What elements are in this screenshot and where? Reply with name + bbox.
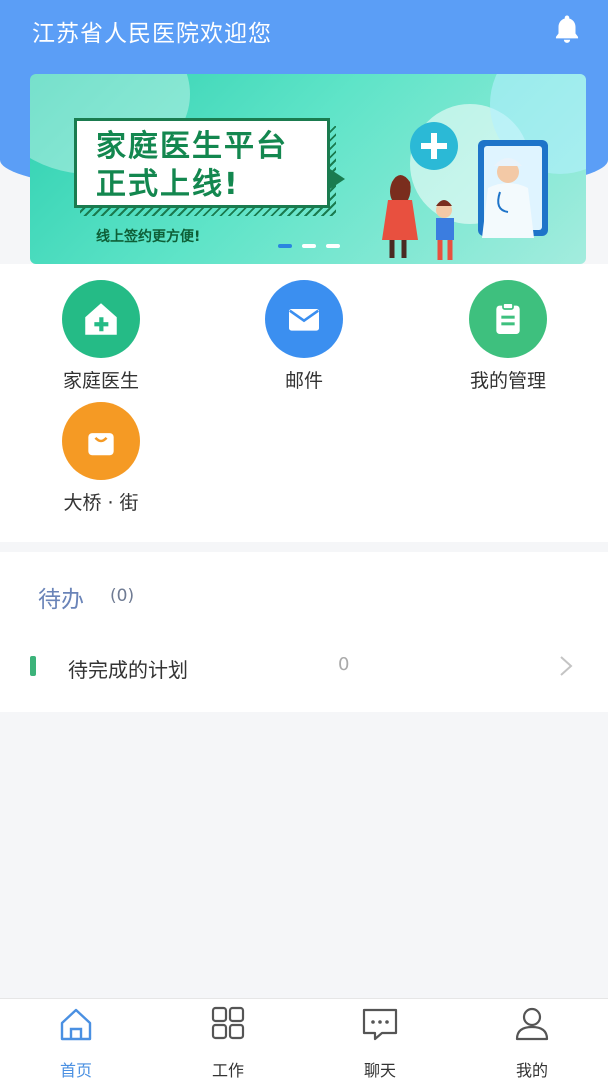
quick-menu: 家庭医生 邮件 我的管理 大桥 · 街 [0, 264, 608, 542]
banner-headline-line1: 家庭医生平台 [96, 129, 288, 164]
shopping-bag-icon [88, 433, 114, 456]
banner-headline-line2: 正式上线! [96, 167, 240, 202]
promo-banner[interactable]: 家庭医生平台 正式上线! 线上签约更方便! [30, 74, 586, 264]
menu-icon-circle [265, 280, 343, 358]
menu-item-family-doctor[interactable]: 家庭医生 [26, 280, 176, 393]
menu-icon-circle [469, 280, 547, 358]
bell-icon[interactable] [550, 12, 584, 46]
tab-home[interactable]: 首页 [26, 1005, 126, 1080]
menu-item-mail[interactable]: 邮件 [229, 280, 379, 393]
menu-label: 邮件 [284, 370, 323, 392]
todo-row-value: 0 [338, 654, 350, 675]
menu-label: 我的管理 [469, 370, 546, 392]
menu-label: 大桥 · 街 [63, 492, 139, 514]
todo-row-marker [30, 656, 36, 676]
clipboard-icon [496, 302, 520, 334]
tab-work[interactable]: 工作 [178, 1005, 278, 1080]
menu-icon-circle [62, 402, 140, 480]
todo-row-label: 待完成的计划 [68, 658, 188, 682]
banner-headline: 家庭医生平台 正式上线! [96, 128, 288, 204]
tab-label: 工作 [211, 1061, 244, 1080]
page-title: 江苏省人民医院欢迎您 [32, 21, 272, 47]
chat-icon [362, 1008, 398, 1041]
banner-pagination [278, 244, 340, 248]
banner-subtitle: 线上签约更方便! [96, 229, 201, 245]
menu-icon-circle [62, 280, 140, 358]
home-icon [60, 1008, 92, 1041]
todo-row-pending-plans[interactable]: 待完成的计划 0 [0, 642, 608, 690]
tab-chat[interactable]: 聊天 [330, 1005, 430, 1080]
todo-section: 待办 (0) 待完成的计划 0 [0, 552, 608, 712]
chevron-right-icon [560, 656, 573, 676]
menu-item-my-management[interactable]: 我的管理 [433, 280, 583, 393]
house-plus-icon [85, 303, 117, 335]
tab-me[interactable]: 我的 [482, 1005, 582, 1080]
doctor-family-illustration [382, 122, 548, 260]
menu-item-daqiao-street[interactable]: 大桥 · 街 [26, 402, 176, 515]
todo-count: (0) [110, 586, 135, 606]
banner-dot[interactable] [326, 244, 340, 248]
tab-label: 首页 [59, 1061, 92, 1080]
tab-label: 聊天 [363, 1061, 396, 1080]
banner-dot-active[interactable] [278, 244, 292, 248]
menu-label: 家庭医生 [62, 370, 139, 392]
envelope-icon [289, 309, 319, 331]
bottom-tab-bar: 首页 工作 聊天 我的 [0, 998, 608, 1080]
grid-icon [211, 1006, 245, 1040]
tab-label: 我的 [515, 1061, 548, 1080]
banner-dot[interactable] [302, 244, 316, 248]
todo-title: 待办 [38, 587, 84, 613]
user-icon [515, 1007, 549, 1041]
